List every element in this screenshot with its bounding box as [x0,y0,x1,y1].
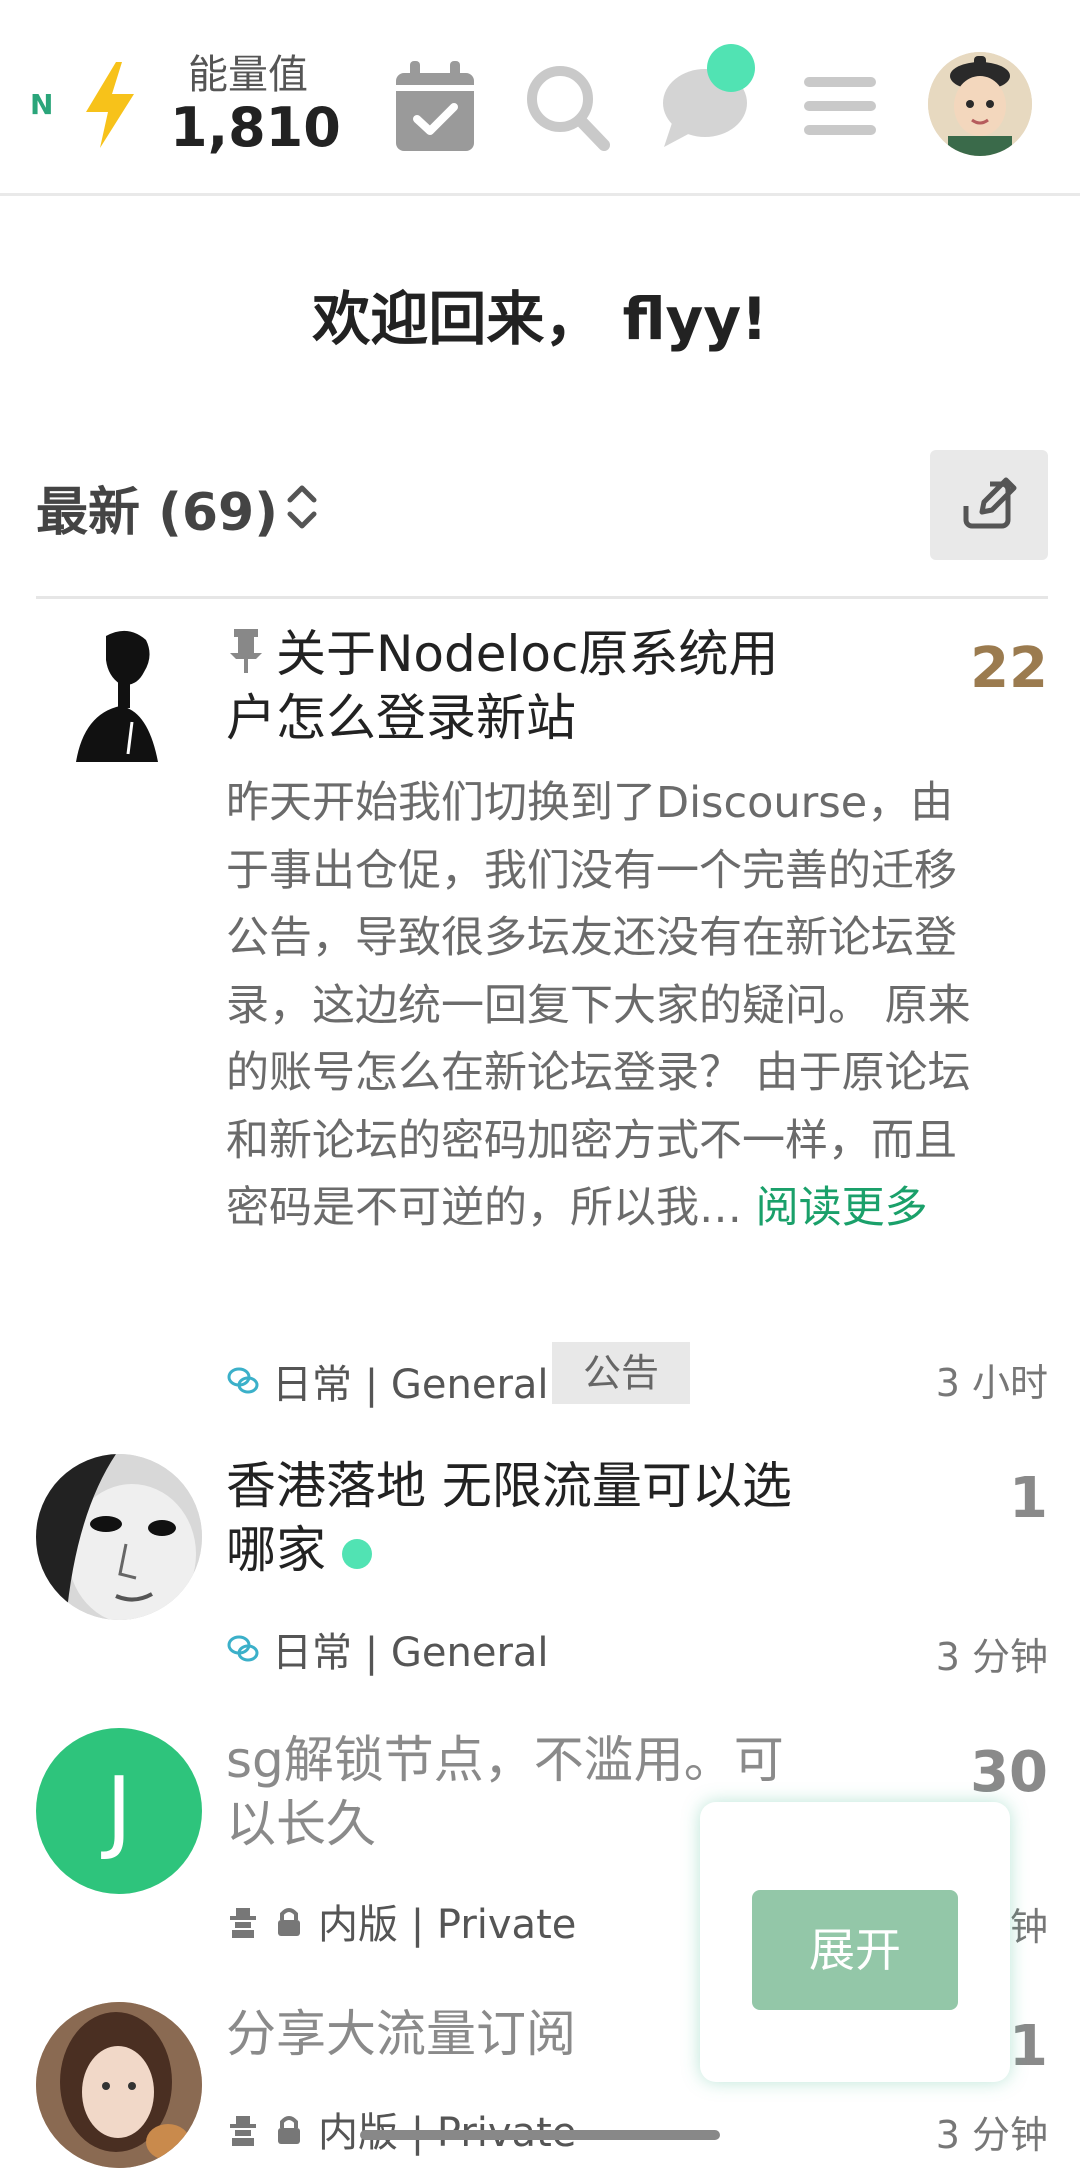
category-label: 内版 | Private [318,1902,577,1948]
category-label: 内版 | Private [318,2110,576,2156]
topic-tag[interactable]: 公告 [552,1342,690,1404]
topic-author-avatar[interactable] [36,1454,202,1620]
topic-author-avatar[interactable] [36,622,202,788]
expand-button[interactable]: 展开 [752,1890,958,2010]
site-logo[interactable]: N [30,88,53,121]
topic-title[interactable]: 香港落地 无限流量可以选 哪家 [226,1454,866,1582]
expand-popup: 展开 [700,1802,1010,2082]
topic-age: 钟 [1009,1905,1048,1949]
edit-icon [960,476,1017,529]
chat-bubbles-icon [227,1635,259,1662]
topic-title-line2: 户怎么登录新站 [226,689,576,747]
topic-category[interactable]: 内版 | Private [226,2100,576,2158]
welcome-message: 欢迎回来， flyy! [312,285,768,353]
topic-excerpt-text: 昨天开始我们切换到了Discourse，由于事出仓促，我们没有一个完善的迁移公告… [226,778,971,1233]
avatar-letter: J [105,1758,133,1863]
list-divider [36,596,1048,599]
unread-indicator [342,1538,372,1569]
topic-title-line2: 哪家 [226,1521,326,1579]
topic-age: 3 分钟 [935,2113,1048,2157]
category-label: 日常 | General [272,1362,549,1408]
energy-value: 1,810 [170,96,341,159]
spy-icon [230,1908,256,1938]
calendar-check-icon[interactable] [390,55,480,155]
home-indicator[interactable] [360,2130,720,2140]
pin-icon [230,629,262,673]
topic-age: 3 分钟 [935,1635,1048,1679]
topic-title-line1: 分享大流量订阅 [226,2005,576,2063]
energy-label: 能量值 [188,52,308,98]
topic-category[interactable]: 日常 | General [226,1352,549,1410]
topic-author-avatar[interactable] [36,2002,202,2168]
read-more-link[interactable]: 阅读更多 [756,1183,928,1233]
menu-icon[interactable] [800,55,890,155]
reply-count[interactable]: 30 [970,1740,1048,1805]
topic-category[interactable]: 内版 | Private [226,1892,576,1950]
topic-title[interactable]: 关于Nodeloc原系统用 户怎么登录新站 [226,622,866,750]
notification-dot [707,44,755,92]
chevron-updown-icon[interactable] [284,480,320,534]
chat-bubbles-icon [227,1367,259,1394]
topic-excerpt: 昨天开始我们切换到了Discourse，由于事出仓促，我们没有一个完善的迁移公告… [226,770,976,1243]
reply-count[interactable]: 1 [1009,2014,1048,2079]
new-topic-button[interactable] [930,450,1048,560]
topic-category[interactable]: 日常 | General [226,1620,549,1678]
reply-count[interactable]: 1 [1009,1466,1048,1531]
topic-title-line1: 关于Nodeloc原系统用 [276,625,779,683]
reply-count[interactable]: 22 [970,636,1048,701]
top-header: N 能量值 1,810 [0,0,1080,196]
spy-icon [230,2116,256,2146]
topic-title-line2: 以长久 [226,1795,376,1853]
lock-icon [278,2116,300,2144]
topic-author-avatar[interactable]: J [36,1728,202,1894]
user-avatar[interactable] [928,52,1032,156]
topic-age: 3 小时 [935,1361,1048,1405]
lock-icon [278,1908,300,1936]
topic-title-line1: sg解锁节点，不滥用。可 [226,1731,784,1789]
topic-title-line1: 香港落地 无限流量可以选 [226,1457,792,1515]
category-label: 日常 | General [272,1630,549,1676]
bolt-icon [86,62,134,148]
latest-filter-dropdown[interactable]: 最新 (69) [36,470,278,545]
search-icon[interactable] [522,55,612,155]
